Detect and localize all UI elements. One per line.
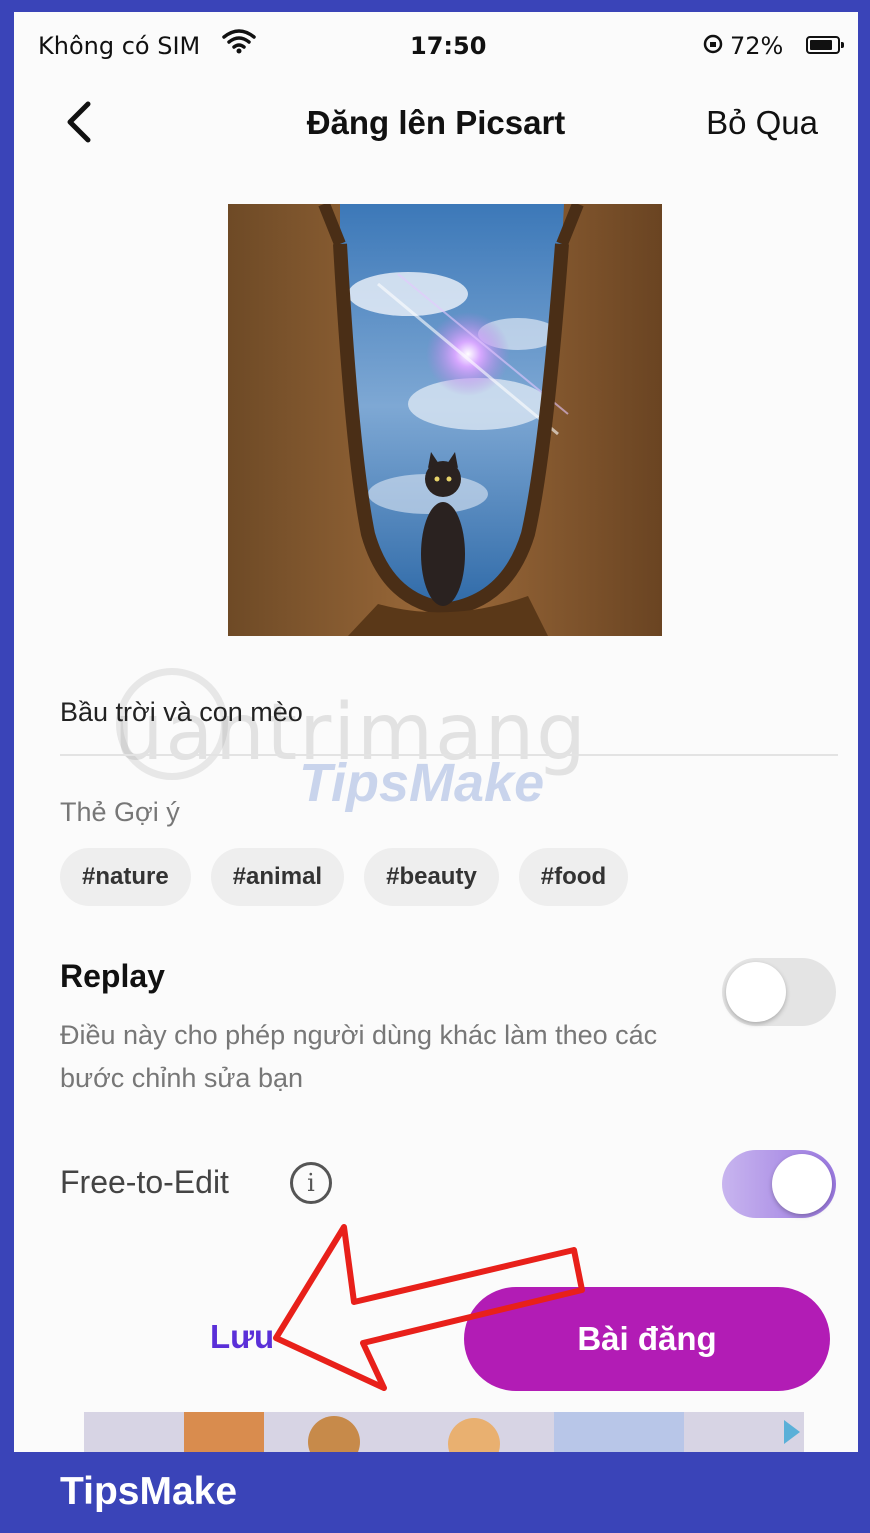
watermark-tipsmake: TipsMake (299, 753, 545, 813)
clock: 17:50 (410, 32, 487, 60)
status-bar: Không có SIM 17:50 72% (14, 12, 858, 78)
ad-banner-art (184, 1412, 800, 1452)
tag-chip[interactable]: #beauty (364, 848, 499, 906)
carrier-label: Không có SIM (38, 32, 201, 60)
skip-button[interactable]: Bỏ Qua (706, 104, 818, 142)
replay-title: Replay (60, 958, 165, 994)
tag-chip[interactable]: #nature (60, 848, 191, 906)
toggle-knob (726, 962, 786, 1022)
ad-banner[interactable] (84, 1412, 804, 1452)
wifi-icon (222, 29, 256, 54)
footer-bar: TipsMake (0, 1452, 870, 1533)
suggested-tags: #nature #animal #beauty #food (60, 848, 629, 906)
battery-percent: 72% (730, 32, 784, 60)
free-to-edit-label: Free-to-Edit (60, 1164, 229, 1200)
post-image (228, 204, 662, 636)
toggle-knob (772, 1154, 832, 1214)
replay-toggle[interactable] (722, 958, 836, 1026)
brand-logo-text: TipsMake (60, 1470, 238, 1513)
suggested-tags-label: Thẻ Gợi ý (60, 797, 180, 827)
caption-input[interactable]: Bầu trời và con mèo (60, 697, 303, 728)
free-to-edit-toggle[interactable] (722, 1150, 836, 1218)
battery-icon (806, 36, 844, 54)
top-nav: Đăng lên Picsart Bỏ Qua (14, 82, 858, 162)
caption-divider (60, 754, 838, 756)
save-button[interactable]: Lưu (210, 1318, 274, 1356)
replay-description: Điều này cho phép người dùng khác làm th… (60, 1020, 658, 1093)
rotation-lock-icon (703, 34, 723, 54)
post-button[interactable]: Bài đăng (464, 1287, 830, 1391)
info-icon[interactable]: i (290, 1162, 332, 1204)
phone-screen: Không có SIM 17:50 72% Đăng lên Picsart … (14, 12, 858, 1452)
tag-chip[interactable]: #animal (210, 848, 345, 906)
tag-chip[interactable]: #food (518, 848, 629, 906)
